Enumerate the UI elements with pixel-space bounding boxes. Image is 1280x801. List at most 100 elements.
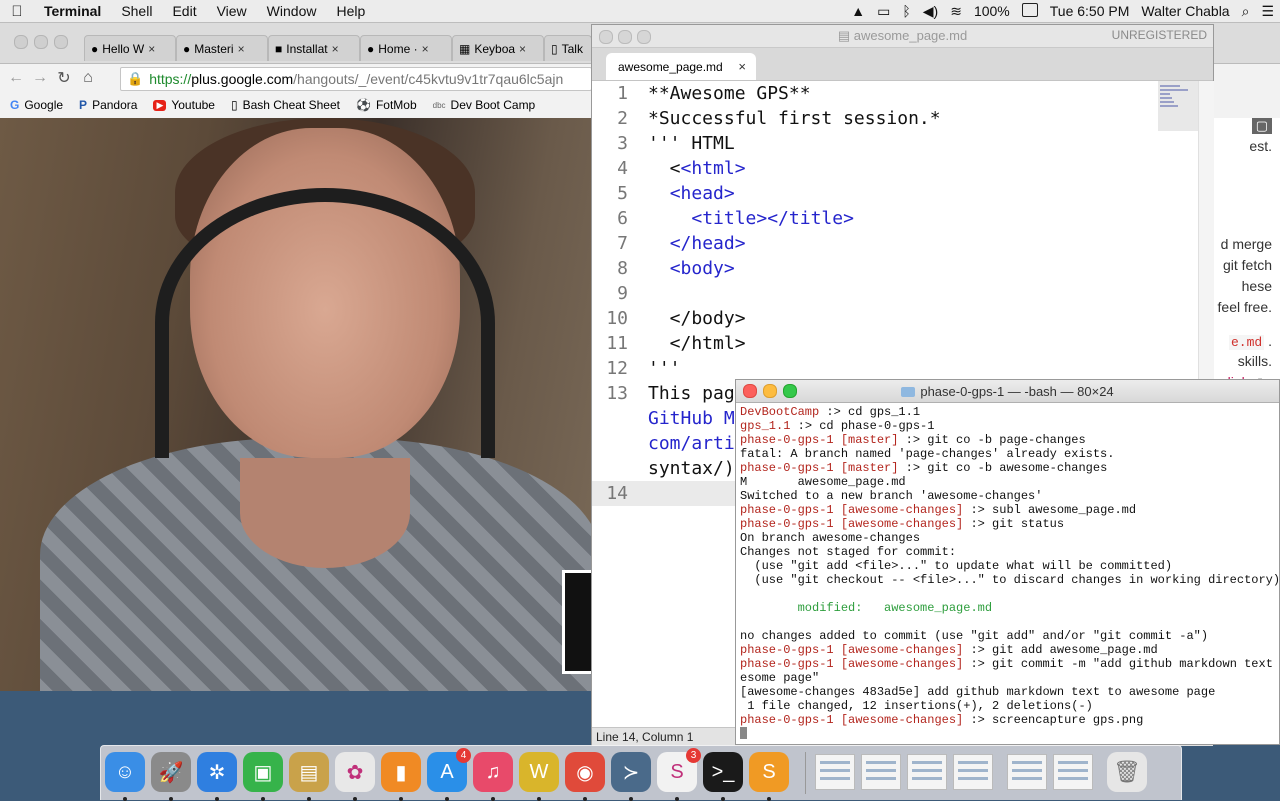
minimap[interactable] bbox=[1158, 81, 1198, 131]
terminal-line: modified: awesome_page.md bbox=[740, 601, 993, 615]
minimized-window-thumbnail[interactable] bbox=[953, 754, 993, 790]
minimized-window-thumbnail[interactable] bbox=[815, 754, 855, 790]
airplay-icon[interactable]: ▭ bbox=[871, 3, 896, 20]
sublime-tab-awesome-page[interactable]: awesome_page.md × bbox=[606, 53, 756, 80]
dock-finder-icon[interactable]: ☺ bbox=[105, 752, 145, 801]
notification-badge: 3 bbox=[686, 748, 701, 763]
sublime-window-title: awesome_page.md bbox=[853, 28, 968, 43]
chrome-close-button[interactable] bbox=[14, 35, 28, 49]
tab-close-icon[interactable]: × bbox=[332, 42, 339, 56]
chrome-tab-installation[interactable]: ■ Installat × bbox=[268, 35, 360, 61]
back-arrow-icon[interactable]: ← bbox=[4, 69, 28, 87]
chrome-tab-mastering[interactable]: ● Masteri × bbox=[176, 35, 268, 61]
volume-icon[interactable]: ◀) bbox=[917, 3, 944, 20]
terminal-line: phase-0-gps-1 [awesome-changes] :> subl … bbox=[740, 503, 1137, 517]
slack-icon: S bbox=[670, 760, 684, 783]
terminal-line: (use "git add <file>..." to update what … bbox=[740, 559, 1173, 573]
menu-help[interactable]: Help bbox=[326, 3, 375, 19]
dock-sublime-text-icon[interactable]: S bbox=[749, 752, 789, 801]
tab-close-icon[interactable]: × bbox=[519, 42, 526, 56]
spotlight-icon[interactable]: ⌕ bbox=[1236, 3, 1256, 20]
chrome-tab-hello-world[interactable]: ● Hello W × bbox=[84, 35, 176, 61]
dock-slack-icon[interactable]: S3 bbox=[657, 748, 701, 801]
bookmark-dev-boot-camp[interactable]: dbc Dev Boot Camp bbox=[433, 98, 536, 112]
chrome-zoom-button[interactable] bbox=[54, 35, 68, 49]
menu-window[interactable]: Window bbox=[257, 3, 327, 19]
menu-app-terminal[interactable]: Terminal bbox=[34, 3, 111, 19]
hangouts-video-feed[interactable] bbox=[0, 118, 592, 691]
dock-xquartz-icon[interactable]: ≻ bbox=[611, 752, 651, 801]
dock-chrome-icon[interactable]: ◉ bbox=[565, 752, 605, 801]
dock-wunderlist-icon[interactable]: W bbox=[519, 752, 559, 801]
user-name[interactable]: Walter Chabla bbox=[1135, 3, 1235, 19]
dock-terminal-icon[interactable]: >_ bbox=[703, 752, 743, 801]
terminal-output[interactable]: DevBootCamp :> cd gps_1.1 gps_1.1 :> cd … bbox=[740, 405, 1279, 741]
terminal-line: gps_1.1 :> cd phase-0-gps-1 bbox=[740, 419, 935, 433]
bookmark-fotmob[interactable]: ⚽ FotMob bbox=[356, 98, 417, 112]
bookmark-bash-cheat-sheet[interactable]: ▯ Bash Cheat Sheet bbox=[231, 98, 340, 112]
chrome-tab-talk[interactable]: ▯ Talk bbox=[544, 35, 592, 61]
self-view-thumbnail[interactable] bbox=[562, 570, 592, 674]
terminal-line: 1 file changed, 12 insertions(+), 2 dele… bbox=[740, 699, 1093, 713]
tab-close-icon[interactable]: × bbox=[422, 42, 429, 56]
minimized-window-thumbnail[interactable] bbox=[1053, 754, 1093, 790]
home-icon[interactable]: ⌂ bbox=[76, 69, 100, 87]
minimized-window-thumbnail[interactable] bbox=[907, 754, 947, 790]
dock-photos-icon[interactable]: ✿ bbox=[335, 752, 375, 801]
dock-itunes-icon[interactable]: ♫ bbox=[473, 752, 513, 801]
bluetooth-icon[interactable]: ᛒ bbox=[896, 3, 916, 19]
code-line: <body> bbox=[669, 258, 735, 279]
code-line: </html> bbox=[648, 333, 746, 354]
chrome-profile-button[interactable]: ▢ bbox=[1251, 118, 1272, 134]
bookmark-youtube[interactable]: ▶ Youtube bbox=[153, 98, 215, 112]
document-icon: ▤ bbox=[837, 28, 854, 43]
address-bar[interactable]: 🔒 https://plus.google.com/hangouts/_/eve… bbox=[120, 67, 592, 91]
chrome-tab-keyboard[interactable]: ▦ Keyboa × bbox=[452, 35, 544, 61]
menu-edit[interactable]: Edit bbox=[162, 3, 206, 19]
notification-center-icon[interactable]: ☰ bbox=[1255, 3, 1280, 20]
youtube-icon: ▶ bbox=[153, 99, 167, 111]
dock-preview-icon[interactable]: ▤ bbox=[289, 752, 329, 801]
dock-ibooks-icon[interactable]: ▮ bbox=[381, 752, 421, 801]
reload-icon[interactable]: ↻ bbox=[52, 68, 76, 88]
ibooks-icon: ▮ bbox=[395, 761, 407, 784]
dock-facetime-icon[interactable]: ▣ bbox=[243, 752, 283, 801]
bookmark-pandora[interactable]: P Pandora bbox=[79, 98, 137, 112]
menu-shell[interactable]: Shell bbox=[111, 3, 162, 19]
terminal-line bbox=[740, 727, 1279, 741]
running-indicator bbox=[215, 797, 219, 801]
chrome-tab-home[interactable]: ● Home · × bbox=[360, 35, 452, 61]
lock-icon: 🔒 bbox=[127, 71, 144, 86]
terminal-line: [awesome-changes 483ad5e] add github mar… bbox=[740, 685, 1216, 699]
terminal-window: phase-0-gps-1 — -bash — 80×24 DevBootCam… bbox=[735, 379, 1280, 745]
photos-icon: ✿ bbox=[346, 761, 364, 784]
google-icon: G bbox=[10, 98, 20, 112]
dock-safari-icon[interactable]: ✲ bbox=[197, 752, 237, 801]
video-person-neck bbox=[240, 458, 410, 568]
apple-icon[interactable]:  bbox=[0, 3, 34, 20]
bookmark-google[interactable]: G Google bbox=[10, 98, 63, 112]
battery-percent[interactable]: 100% bbox=[968, 3, 1016, 19]
tab-close-icon[interactable]: × bbox=[238, 42, 245, 56]
clock[interactable]: Tue 6:50 PM bbox=[1044, 3, 1136, 19]
forward-arrow-icon[interactable]: → bbox=[28, 69, 52, 87]
tab-close-icon[interactable]: × bbox=[148, 42, 155, 56]
terminal-line: esome page" bbox=[740, 671, 820, 685]
dock-app-store-icon[interactable]: A4 bbox=[427, 748, 471, 801]
menu-view[interactable]: View bbox=[207, 3, 257, 19]
dock-launchpad-icon[interactable]: 🚀 bbox=[151, 752, 191, 801]
chrome-minimize-button[interactable] bbox=[34, 35, 48, 49]
minimized-window-thumbnail[interactable] bbox=[861, 754, 901, 790]
battery-icon[interactable] bbox=[1016, 2, 1044, 20]
minimized-window-thumbnail[interactable] bbox=[1007, 754, 1047, 790]
terminal-titlebar: phase-0-gps-1 — -bash — 80×24 bbox=[736, 380, 1279, 403]
close-tab-icon[interactable]: × bbox=[738, 59, 746, 74]
running-indicator bbox=[169, 797, 173, 801]
trash-icon[interactable]: 🗑 bbox=[1107, 752, 1147, 792]
code-line: This pag bbox=[648, 383, 735, 404]
upload-icon[interactable]: ▲ bbox=[845, 3, 871, 19]
github-icon: ● bbox=[183, 41, 191, 56]
code-line: <head> bbox=[669, 183, 735, 204]
wifi-icon[interactable]: ≋ bbox=[944, 3, 968, 20]
sublime-tab-bar: awesome_page.md × bbox=[592, 48, 1213, 81]
